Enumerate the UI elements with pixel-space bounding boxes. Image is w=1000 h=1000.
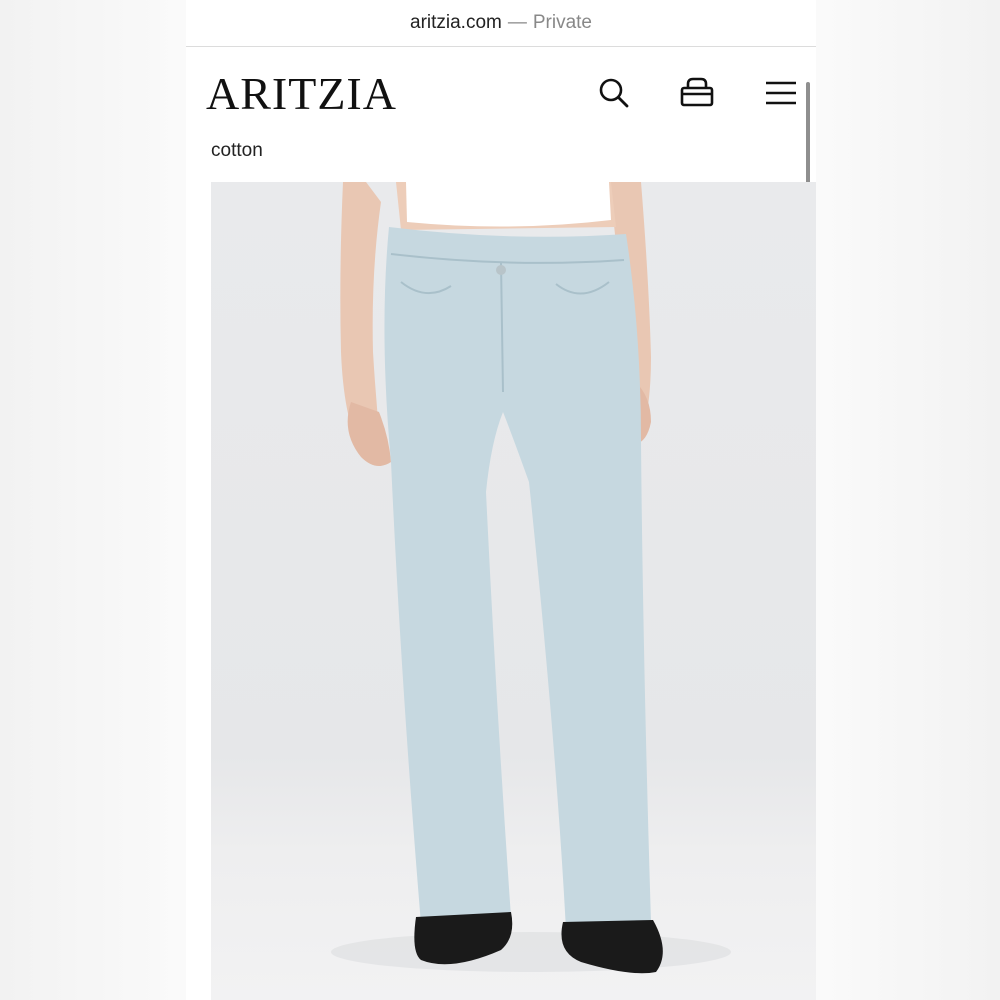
brand-logo[interactable]: ARITZIA bbox=[206, 67, 397, 120]
site-header: ARITZIA cotton bbox=[186, 47, 816, 181]
menu-icon[interactable] bbox=[763, 75, 799, 111]
url-separator: — bbox=[507, 12, 527, 33]
breadcrumb[interactable]: cotton bbox=[211, 140, 263, 162]
url-text[interactable]: aritzia.com bbox=[410, 12, 502, 34]
browser-viewport: aritzia.com — Private ARITZIA cotton bbox=[186, 0, 816, 1000]
address-bar[interactable]: aritzia.com — Private bbox=[186, 0, 816, 47]
bag-icon[interactable] bbox=[679, 75, 715, 111]
product-image[interactable] bbox=[211, 182, 816, 1000]
private-mode-label: Private bbox=[532, 12, 592, 33]
search-icon[interactable] bbox=[596, 75, 632, 111]
model-illustration bbox=[331, 182, 731, 974]
